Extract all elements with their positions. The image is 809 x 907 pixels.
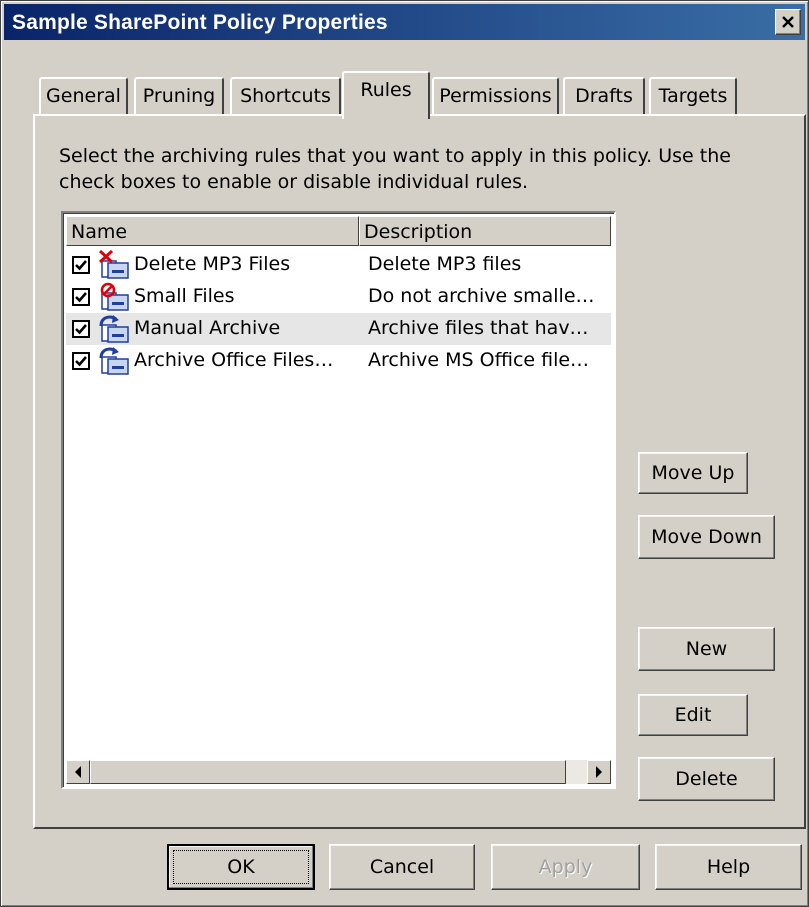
checkmark-icon: [75, 324, 87, 335]
instructions-text: Select the archiving rules that you want…: [59, 145, 731, 193]
list-header: Name Description: [66, 216, 611, 246]
checkmark-icon: [75, 260, 87, 271]
help-button[interactable]: Help: [655, 844, 802, 890]
close-button[interactable]: [775, 9, 801, 35]
new-rule-button[interactable]: New: [638, 627, 775, 671]
rules-list[interactable]: Name Description Delete MP3 Files Delete…: [61, 211, 616, 789]
tab-shortcuts[interactable]: Shortcuts: [230, 77, 341, 115]
move-down-button[interactable]: Move Down: [638, 515, 775, 559]
ok-button[interactable]: OK: [167, 844, 315, 890]
rule-description: Archive MS Office file…: [368, 349, 590, 371]
apply-button[interactable]: Apply: [491, 844, 640, 890]
column-header-description[interactable]: Description: [359, 216, 611, 246]
rule-name: Small Files: [134, 285, 235, 307]
scroll-right-button[interactable]: [587, 760, 611, 784]
rule-description: Archive files that hav…: [368, 317, 589, 339]
rule-name: Archive Office Files…: [134, 349, 334, 371]
tab-general[interactable]: General: [39, 77, 128, 115]
dialog-title: Sample SharePoint Policy Properties: [12, 11, 388, 34]
scroll-thumb[interactable]: [90, 760, 566, 784]
move-up-button[interactable]: Move Up: [638, 452, 748, 494]
rule-name: Manual Archive: [134, 317, 281, 339]
checkmark-icon: [75, 356, 87, 367]
checkmark-icon: [75, 292, 87, 303]
rule-row[interactable]: Archive Office Files… Archive MS Office …: [66, 345, 611, 377]
delete-rule-button[interactable]: Delete: [638, 757, 775, 801]
edit-rule-button[interactable]: Edit: [638, 694, 748, 736]
scroll-left-button[interactable]: [66, 760, 90, 784]
tab-targets[interactable]: Targets: [649, 77, 737, 115]
exclude-rule-icon: [100, 282, 129, 311]
rule-description: Do not archive smalle…: [368, 285, 595, 307]
tab-pruning[interactable]: Pruning: [134, 77, 224, 115]
archive-rule-icon: [99, 315, 129, 343]
title-bar[interactable]: Sample SharePoint Policy Properties: [4, 4, 805, 40]
archive-rule-icon: [99, 347, 129, 375]
close-icon: [782, 16, 794, 28]
column-header-name[interactable]: Name: [66, 216, 359, 246]
tab-drafts[interactable]: Drafts: [563, 77, 645, 115]
rule-enabled-checkbox[interactable]: [72, 288, 90, 306]
rule-row[interactable]: Manual Archive Archive files that hav…: [66, 313, 611, 345]
arrow-right-icon: [596, 766, 602, 778]
properties-dialog: Sample SharePoint Policy Properties Gene…: [0, 0, 809, 907]
rule-enabled-checkbox[interactable]: [72, 352, 90, 370]
cancel-button[interactable]: Cancel: [329, 844, 475, 890]
rule-enabled-checkbox[interactable]: [72, 256, 90, 274]
rule-description: Delete MP3 files: [368, 253, 522, 275]
tab-permissions[interactable]: Permissions: [432, 77, 559, 115]
arrow-left-icon: [75, 766, 81, 778]
rule-row[interactable]: Delete MP3 Files Delete MP3 files: [66, 249, 611, 281]
horizontal-scrollbar[interactable]: [66, 760, 611, 784]
tab-rules[interactable]: Rules: [342, 71, 430, 119]
delete-rule-icon: [98, 250, 129, 279]
rule-row[interactable]: Small Files Do not archive smalle…: [66, 281, 611, 313]
rule-name: Delete MP3 Files: [134, 253, 291, 275]
rule-enabled-checkbox[interactable]: [72, 320, 90, 338]
